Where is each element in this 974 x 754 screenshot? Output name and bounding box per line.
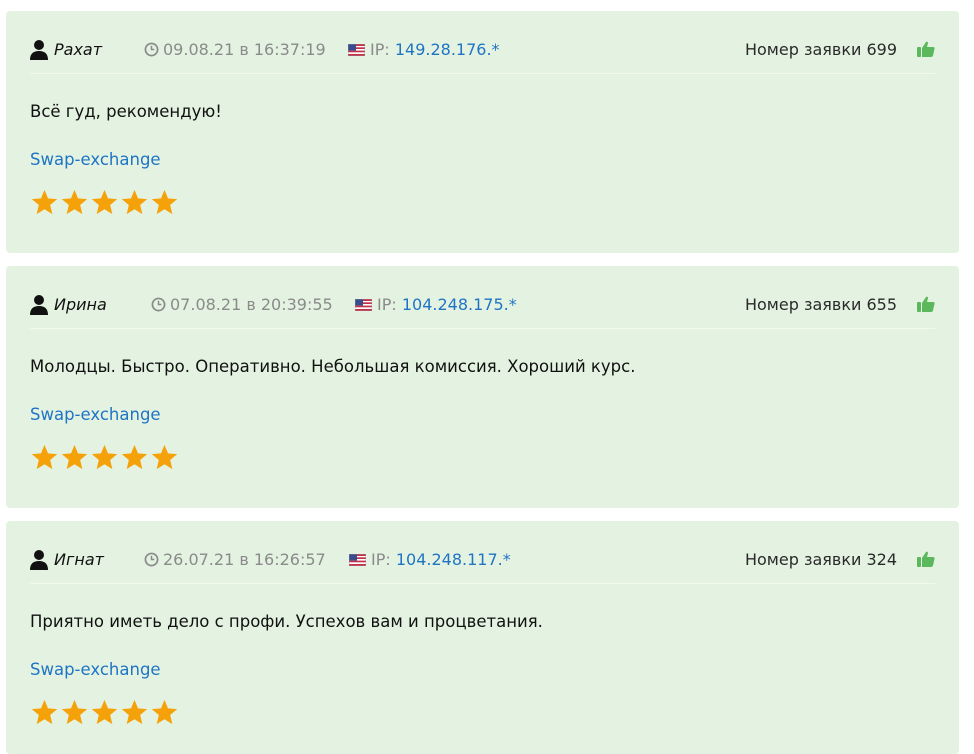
ip-label: IP: <box>377 295 397 314</box>
review-text: Приятно иметь дело с профи. Успехов вам … <box>30 612 543 631</box>
review-card: Рахат 09.08.21 в 16:37:19 IP: 149.28.176… <box>6 11 959 253</box>
clock-icon <box>144 552 159 567</box>
star-icon <box>91 444 118 470</box>
us-flag-icon <box>349 554 366 566</box>
star-icon <box>121 699 148 725</box>
review-card: Игнат 26.07.21 в 16:26:57 IP: 104.248.11… <box>6 521 959 754</box>
review-ip: IP: 149.28.176.* <box>348 40 500 59</box>
user-icon <box>30 295 48 315</box>
review-header: Рахат 09.08.21 в 16:37:19 IP: 149.28.176… <box>30 35 935 74</box>
thumbs-up-icon[interactable] <box>917 295 935 313</box>
clock-icon <box>151 297 166 312</box>
review-date-text: 09.08.21 в 16:37:19 <box>163 40 326 59</box>
thumbs-up-icon[interactable] <box>917 40 935 58</box>
star-icon <box>61 699 88 725</box>
star-icon <box>61 189 88 215</box>
order-number: Номер заявки 324 <box>744 550 897 569</box>
order-number: Номер заявки 655 <box>744 295 897 314</box>
star-icon <box>151 699 178 725</box>
review-date: 09.08.21 в 16:37:19 <box>144 40 326 59</box>
star-icon <box>31 699 58 725</box>
star-icon <box>61 444 88 470</box>
review-date: 26.07.21 в 16:26:57 <box>144 550 326 569</box>
star-icon <box>91 699 118 725</box>
ip-value: 149.28.176.* <box>394 40 500 59</box>
review-date-text: 07.08.21 в 20:39:55 <box>170 295 333 314</box>
star-icon <box>31 444 58 470</box>
review-header: Ирина 07.08.21 в 20:39:55 IP: 104.248.17… <box>30 290 935 329</box>
reviewer-name: Рахат <box>54 40 103 59</box>
rating-stars <box>30 443 179 473</box>
review-header: Игнат 26.07.21 в 16:26:57 IP: 104.248.11… <box>30 545 935 584</box>
review-text: Всё гуд, рекомендую! <box>30 102 222 121</box>
review-card: Ирина 07.08.21 в 20:39:55 IP: 104.248.17… <box>6 266 959 508</box>
exchange-link[interactable]: Swap-exchange <box>30 405 161 424</box>
review-ip: IP: 104.248.117.* <box>349 550 511 569</box>
ip-value: 104.248.175.* <box>401 295 517 314</box>
user-icon <box>30 40 48 60</box>
rating-stars <box>30 698 179 728</box>
star-icon <box>151 444 178 470</box>
exchange-link[interactable]: Swap-exchange <box>30 660 161 679</box>
star-icon <box>31 189 58 215</box>
star-icon <box>151 189 178 215</box>
clock-icon <box>144 42 159 57</box>
ip-value: 104.248.117.* <box>395 550 511 569</box>
exchange-link[interactable]: Swap-exchange <box>30 150 161 169</box>
review-text: Молодцы. Быстро. Оперативно. Небольшая к… <box>30 357 636 376</box>
order-number: Номер заявки 699 <box>744 40 897 59</box>
us-flag-icon <box>348 44 365 56</box>
ip-label: IP: <box>371 550 391 569</box>
star-icon <box>91 189 118 215</box>
star-icon <box>121 189 148 215</box>
rating-stars <box>30 188 179 218</box>
reviewer-name: Ирина <box>54 295 107 314</box>
reviews-list: Рахат 09.08.21 в 16:37:19 IP: 149.28.176… <box>0 0 974 754</box>
thumbs-up-icon[interactable] <box>917 550 935 568</box>
us-flag-icon <box>355 299 372 311</box>
review-date: 07.08.21 в 20:39:55 <box>151 295 333 314</box>
reviewer-name: Игнат <box>54 550 104 569</box>
review-date-text: 26.07.21 в 16:26:57 <box>163 550 326 569</box>
user-icon <box>30 550 48 570</box>
star-icon <box>121 444 148 470</box>
ip-label: IP: <box>370 40 390 59</box>
review-ip: IP: 104.248.175.* <box>355 295 517 314</box>
